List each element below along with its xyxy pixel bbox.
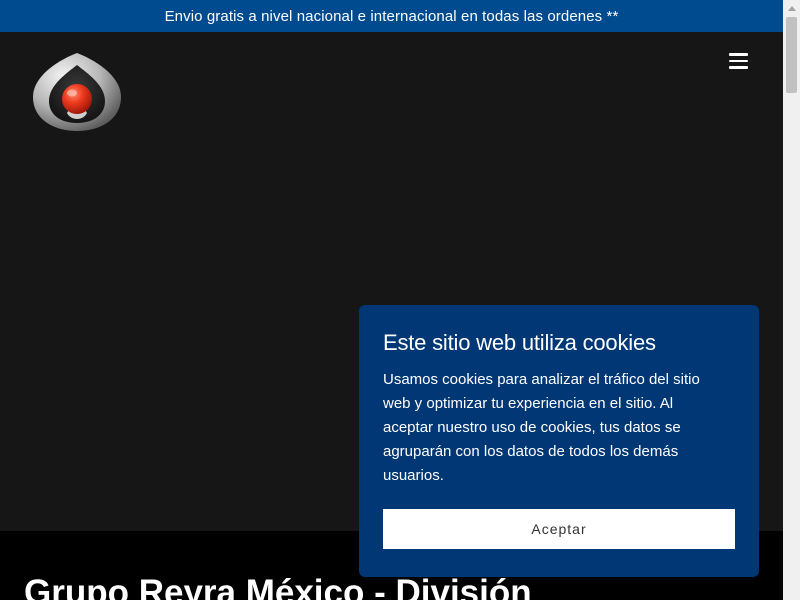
drop-orb-logo-icon [33, 53, 121, 131]
page: Envio gratis a nivel nacional e internac… [0, 0, 800, 600]
hamburger-menu-icon-bar [729, 59, 748, 63]
site-logo[interactable] [31, 51, 123, 133]
cookie-text: Usamos cookies para analizar el tráfico … [383, 371, 700, 484]
hero-title: Grupo Reyra México - División [24, 573, 532, 600]
scroll-up-arrow-icon[interactable] [783, 0, 800, 17]
hamburger-menu-icon-bar [729, 66, 748, 69]
hamburger-menu-icon [729, 53, 748, 56]
scrollbar-thumb[interactable] [786, 17, 797, 93]
cookie-banner: Este sitio web utiliza cookies Usamos co… [359, 305, 759, 577]
accept-cookies-button[interactable]: Aceptar [383, 509, 735, 549]
page-scrollbar[interactable] [783, 0, 800, 600]
cookie-title: Este sitio web utiliza cookies [383, 330, 656, 355]
menu-button[interactable] [726, 50, 752, 72]
announcement-text: Envio gratis a nivel nacional e internac… [164, 7, 619, 25]
announcement-bar: Envio gratis a nivel nacional e internac… [0, 0, 783, 32]
